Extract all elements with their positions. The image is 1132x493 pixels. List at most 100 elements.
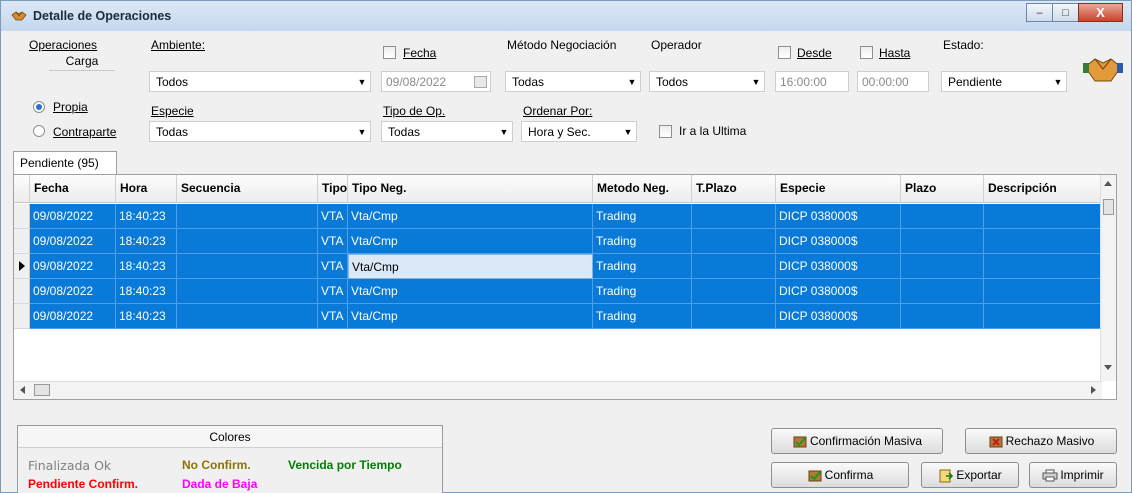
- cell-descripcion[interactable]: [984, 279, 1102, 304]
- vertical-scrollbar[interactable]: [1100, 175, 1116, 381]
- table-row[interactable]: 09/08/2022 18:40:23 VTA Vta/Cmp Trading DICP …: [14, 279, 1102, 304]
- cell-tipo[interactable]: VTA: [318, 254, 348, 279]
- cell-especie[interactable]: DICP 038000$: [776, 279, 901, 304]
- cell-t-plazo[interactable]: [692, 304, 776, 329]
- calendar-icon[interactable]: [474, 76, 487, 88]
- cell-t-plazo[interactable]: [692, 279, 776, 304]
- cell-hora[interactable]: 18:40:23: [116, 279, 177, 304]
- scroll-left-icon[interactable]: [20, 386, 25, 394]
- scroll-down-icon[interactable]: [1104, 365, 1112, 370]
- cell-hora[interactable]: 18:40:23: [116, 304, 177, 329]
- cell-hora[interactable]: 18:40:23: [116, 204, 177, 229]
- cell-metodo-neg[interactable]: Trading: [593, 254, 692, 279]
- col-header-t-plazo[interactable]: T.Plazo: [692, 175, 776, 203]
- scroll-up-icon[interactable]: [1104, 181, 1112, 186]
- col-header-secuencia[interactable]: Secuencia: [177, 175, 318, 203]
- current-row-indicator-icon[interactable]: [14, 254, 30, 279]
- table-row[interactable]: 09/08/2022 18:40:23 VTA Vta/Cmp Trading DICP …: [14, 229, 1102, 254]
- cell-fecha[interactable]: 09/08/2022: [30, 279, 116, 304]
- cell-t-plazo[interactable]: [692, 254, 776, 279]
- cell-secuencia[interactable]: [177, 279, 318, 304]
- scroll-thumb[interactable]: [1103, 199, 1114, 215]
- cell-fecha[interactable]: 09/08/2022: [30, 304, 116, 329]
- fecha-date-field[interactable]: 09/08/2022: [381, 71, 491, 92]
- cell-secuencia[interactable]: [177, 304, 318, 329]
- cell-tipo-neg[interactable]: Vta/Cmp: [348, 229, 593, 254]
- confirma-button[interactable]: Confirma: [771, 462, 909, 488]
- cell-plazo[interactable]: [901, 204, 984, 229]
- cell-fecha[interactable]: 09/08/2022: [30, 254, 116, 279]
- minimize-button[interactable]: –: [1026, 3, 1053, 22]
- cell-plazo[interactable]: [901, 304, 984, 329]
- cell-plazo[interactable]: [901, 229, 984, 254]
- cell-hora[interactable]: 18:40:23: [116, 229, 177, 254]
- row-indicator[interactable]: [14, 304, 30, 329]
- especie-select[interactable]: Todas ▼: [149, 121, 371, 142]
- cell-especie[interactable]: DICP 038000$: [776, 304, 901, 329]
- close-button[interactable]: X: [1078, 3, 1123, 22]
- cell-tipo[interactable]: VTA: [318, 229, 348, 254]
- fecha-checkbox[interactable]: [383, 46, 396, 59]
- cell-metodo-neg[interactable]: Trading: [593, 229, 692, 254]
- col-header-fecha[interactable]: Fecha: [30, 175, 116, 203]
- col-header-metodo-neg[interactable]: Metodo Neg.: [593, 175, 692, 203]
- col-header-tipo-neg[interactable]: Tipo Neg.: [348, 175, 593, 203]
- rechazo-masivo-button[interactable]: Rechazo Masivo: [965, 428, 1117, 454]
- operations-grid[interactable]: Fecha Hora Secuencia Tipo Tipo Neg. Meto…: [13, 174, 1117, 400]
- cell-especie[interactable]: DICP 038000$: [776, 254, 901, 279]
- cell-fecha[interactable]: 09/08/2022: [30, 229, 116, 254]
- row-indicator[interactable]: [14, 204, 30, 229]
- cell-tipo-neg[interactable]: Vta/Cmp: [348, 304, 593, 329]
- cell-t-plazo[interactable]: [692, 204, 776, 229]
- ordenar-select[interactable]: Hora y Sec. ▼: [521, 121, 637, 142]
- cell-t-plazo[interactable]: [692, 229, 776, 254]
- table-row[interactable]: 09/08/2022 18:40:23 VTA Vta/Cmp Trading DICP …: [14, 204, 1102, 229]
- hasta-time-field[interactable]: 00:00:00: [857, 71, 929, 92]
- cell-secuencia[interactable]: [177, 229, 318, 254]
- col-header-tipo[interactable]: Tipo: [318, 175, 348, 203]
- cell-metodo-neg[interactable]: Trading: [593, 279, 692, 304]
- cell-tipo-neg[interactable]: Vta/Cmp: [348, 254, 593, 279]
- ir-ultima-label[interactable]: Ir a la Ultima: [679, 124, 746, 138]
- cell-plazo[interactable]: [901, 279, 984, 304]
- cell-descripcion[interactable]: [984, 304, 1102, 329]
- desde-checkbox[interactable]: [778, 46, 791, 59]
- contraparte-radio[interactable]: [33, 125, 45, 137]
- cell-especie[interactable]: DICP 038000$: [776, 229, 901, 254]
- col-header-plazo[interactable]: Plazo: [901, 175, 984, 203]
- col-header-descripcion[interactable]: Descripción: [984, 175, 1102, 203]
- cell-hora[interactable]: 18:40:23: [116, 254, 177, 279]
- cell-descripcion[interactable]: [984, 254, 1102, 279]
- propia-radio[interactable]: [33, 101, 45, 113]
- cell-descripcion[interactable]: [984, 204, 1102, 229]
- imprimir-button[interactable]: Imprimir: [1029, 462, 1117, 488]
- scroll-thumb[interactable]: [34, 384, 50, 396]
- operador-select[interactable]: Todos ▼: [649, 71, 765, 92]
- table-row[interactable]: 09/08/2022 18:40:23 VTA Vta/Cmp Trading DICP …: [14, 304, 1102, 329]
- cell-metodo-neg[interactable]: Trading: [593, 304, 692, 329]
- horizontal-scrollbar[interactable]: [14, 381, 1102, 399]
- cell-tipo-neg[interactable]: Vta/Cmp: [348, 204, 593, 229]
- contraparte-label[interactable]: Contraparte: [53, 125, 116, 139]
- metodo-select[interactable]: Todas ▼: [505, 71, 641, 92]
- col-header-especie[interactable]: Especie: [776, 175, 901, 203]
- cell-tipo[interactable]: VTA: [318, 204, 348, 229]
- cell-metodo-neg[interactable]: Trading: [593, 204, 692, 229]
- confirmacion-masiva-button[interactable]: Confirmación Masiva: [771, 428, 943, 454]
- hasta-checkbox[interactable]: [860, 46, 873, 59]
- estado-select[interactable]: Pendiente ▼: [941, 71, 1067, 92]
- cell-tipo-neg[interactable]: Vta/Cmp: [348, 279, 593, 304]
- tab-pendiente[interactable]: Pendiente (95): [13, 151, 117, 175]
- table-row[interactable]: 09/08/2022 18:40:23 VTA Vta/Cmp Trading DICP …: [14, 254, 1102, 279]
- tipo-op-select[interactable]: Todas ▼: [381, 121, 513, 142]
- cell-descripcion[interactable]: [984, 229, 1102, 254]
- cell-plazo[interactable]: [901, 254, 984, 279]
- cell-secuencia[interactable]: [177, 254, 318, 279]
- cell-fecha[interactable]: 09/08/2022: [30, 204, 116, 229]
- row-indicator[interactable]: [14, 229, 30, 254]
- col-header-hora[interactable]: Hora: [116, 175, 177, 203]
- exportar-button[interactable]: Exportar: [921, 462, 1019, 488]
- desde-time-field[interactable]: 16:00:00: [775, 71, 849, 92]
- propia-label[interactable]: Propia: [53, 100, 88, 114]
- scroll-right-icon[interactable]: [1091, 386, 1096, 394]
